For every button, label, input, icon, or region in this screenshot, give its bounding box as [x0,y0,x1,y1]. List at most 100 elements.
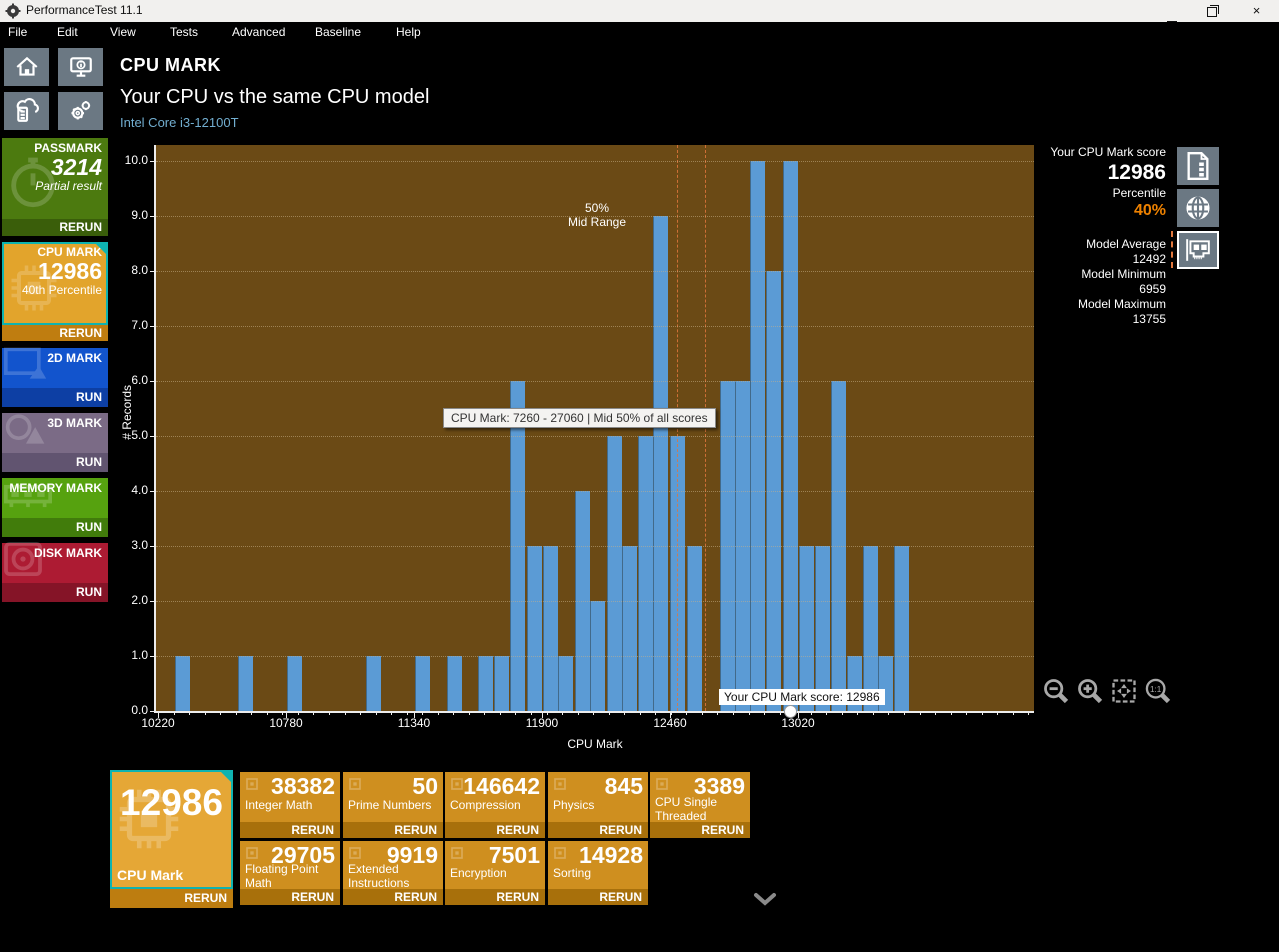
rerun-button[interactable]: RERUN [445,889,545,905]
result-tile-cpu-single-threaded[interactable]: 3389 CPU Single Threaded RERUN [650,772,750,838]
cloud-upload-button[interactable] [4,92,49,130]
histogram-bar[interactable] [653,216,669,711]
menu-advanced[interactable]: Advanced [228,23,289,41]
pci-card-icon[interactable] [1177,231,1219,269]
picture-icon [4,347,48,386]
rerun-button[interactable]: RERUN [240,822,340,838]
x-tick-label: 10780 [269,716,303,730]
expand-more-chevron-icon[interactable] [752,890,778,908]
zoom-fit-icon[interactable] [1108,674,1140,708]
3d-shapes-icon [4,412,48,451]
histogram-bar[interactable] [478,656,493,711]
rerun-button[interactable]: RERUN [548,822,648,838]
stat-label: Model Average [1086,237,1166,251]
histogram-bar[interactable] [814,546,830,711]
home-button[interactable] [4,48,49,86]
result-tile-floating-point-math[interactable]: 29705 Floating Point Math RERUN [240,841,340,905]
stat-value: 6959 [1139,282,1166,296]
run-button[interactable]: RUN [2,583,108,602]
result-tile-compression[interactable]: 146642 Compression RERUN [445,772,545,838]
menu-help[interactable]: Help [392,23,425,41]
histogram-bar[interactable] [366,656,381,711]
rerun-button[interactable]: RERUN [2,325,108,341]
rerun-button[interactable]: RERUN [548,889,648,905]
result-score: 845 [604,773,643,799]
menu-edit[interactable]: Edit [53,23,82,41]
histogram-bar[interactable] [494,656,509,711]
menu-file[interactable]: File [4,23,31,41]
rerun-button[interactable]: RERUN [650,822,750,838]
histogram-bar[interactable] [606,436,622,711]
menu-baseline[interactable]: Baseline [311,23,365,41]
rerun-button[interactable]: RERUN [240,889,340,905]
sidebar-tile-disk-mark[interactable]: DISK MARK RUN [2,542,108,602]
histogram-bar[interactable] [174,656,190,711]
cpu-model-link[interactable]: Intel Core i3-12100T [120,115,239,130]
result-tile-encryption[interactable]: 7501 Encryption RERUN [445,841,545,905]
restore-button[interactable] [1189,0,1234,22]
zoom-out-icon[interactable] [1040,674,1072,708]
page-subtitle: Your CPU vs the same CPU model [120,86,430,108]
result-score: 146642 [463,773,540,799]
result-tile-extended-instructions[interactable]: 9919 Extended Instructions (SSE) RERUN [343,841,443,905]
settings-gears-button[interactable] [58,92,103,130]
minimize-button[interactable] [1144,0,1189,22]
rerun-button[interactable]: RERUN [2,219,108,236]
percentile-label: Percentile [1112,186,1166,200]
app-window: PerformanceTest 11.1 × File Edit View Te… [0,0,1279,952]
system-info-button[interactable] [58,48,103,86]
cpu-chip-icon [242,774,262,799]
result-tile-physics[interactable]: 845 Physics RERUN [548,772,648,838]
y-axis-label: # Records [120,385,134,440]
histogram-bar[interactable] [894,546,909,711]
menu-view[interactable]: View [106,23,140,41]
globe-icon[interactable] [1177,189,1219,227]
titlebar: PerformanceTest 11.1 × [0,0,1279,22]
result-tile-sorting[interactable]: 14928 Sorting RERUN [548,841,648,905]
score-value: 12986 [1107,161,1166,184]
result-tile-prime-numbers[interactable]: 50 Prime Numbers RERUN [343,772,443,838]
histogram-bar[interactable] [862,546,878,711]
histogram-bar[interactable] [526,546,542,711]
close-button[interactable]: × [1234,0,1279,22]
histogram-bar[interactable] [446,656,462,711]
zoom-in-icon[interactable] [1074,674,1106,708]
histogram-bar[interactable] [238,656,253,711]
stopwatch-icon [4,154,62,217]
rerun-button[interactable]: RERUN [445,822,545,838]
menu-tests[interactable]: Tests [166,23,202,41]
histogram-bar[interactable] [542,546,558,711]
run-button[interactable]: RUN [2,518,108,537]
rerun-button[interactable]: RERUN [343,889,443,905]
your-score-marker[interactable] [784,705,797,718]
result-tile-cpu-mark[interactable]: 12986 CPU Mark RERUN [110,770,233,908]
sidebar-tile-3d-mark[interactable]: 3D MARK RUN [2,413,108,472]
run-button[interactable]: RUN [2,388,108,407]
cpu-chip-icon [550,843,570,868]
result-score: 14928 [579,842,643,868]
mid-range-dashed-line [705,145,706,711]
histogram-bar[interactable] [414,656,430,711]
rerun-button[interactable]: RERUN [110,889,233,908]
histogram-bar[interactable] [622,546,637,711]
window-title: PerformanceTest 11.1 [26,3,143,17]
zoom-one-to-one-icon[interactable]: 1:1 [1142,674,1174,708]
disk-icon [4,542,42,581]
run-button[interactable]: RUN [2,453,108,472]
y-tick-label: 9.0 [131,208,148,222]
histogram-plot[interactable]: 13020 12460 11900 11340 10780 10220 10.0 9.0 8.0… [120,145,1034,751]
histogram-bar[interactable] [287,656,303,711]
result-tile-integer-math[interactable]: 38382 Integer Math RERUN [240,772,340,838]
sidebar-tile-memory-mark[interactable]: MEMORY MARK RUN [2,478,108,537]
sidebar-tile-cpu-mark[interactable]: CPU MARK 12986 40th Percentile RERUN [2,242,108,341]
report-icon[interactable] [1177,147,1219,185]
page-title: CPU MARK [120,55,221,75]
result-label: Encryption [450,866,507,880]
histogram-bar[interactable] [798,546,814,711]
rerun-button[interactable]: RERUN [343,822,443,838]
histogram-bar[interactable] [638,436,653,711]
histogram-bar[interactable] [558,656,573,711]
histogram-bar[interactable] [686,546,702,711]
sidebar-tile-2d-mark[interactable]: 2D MARK RUN [2,347,108,407]
sidebar-tile-passmark[interactable]: PASSMARK 3214 Partial result RERUN [2,138,108,236]
